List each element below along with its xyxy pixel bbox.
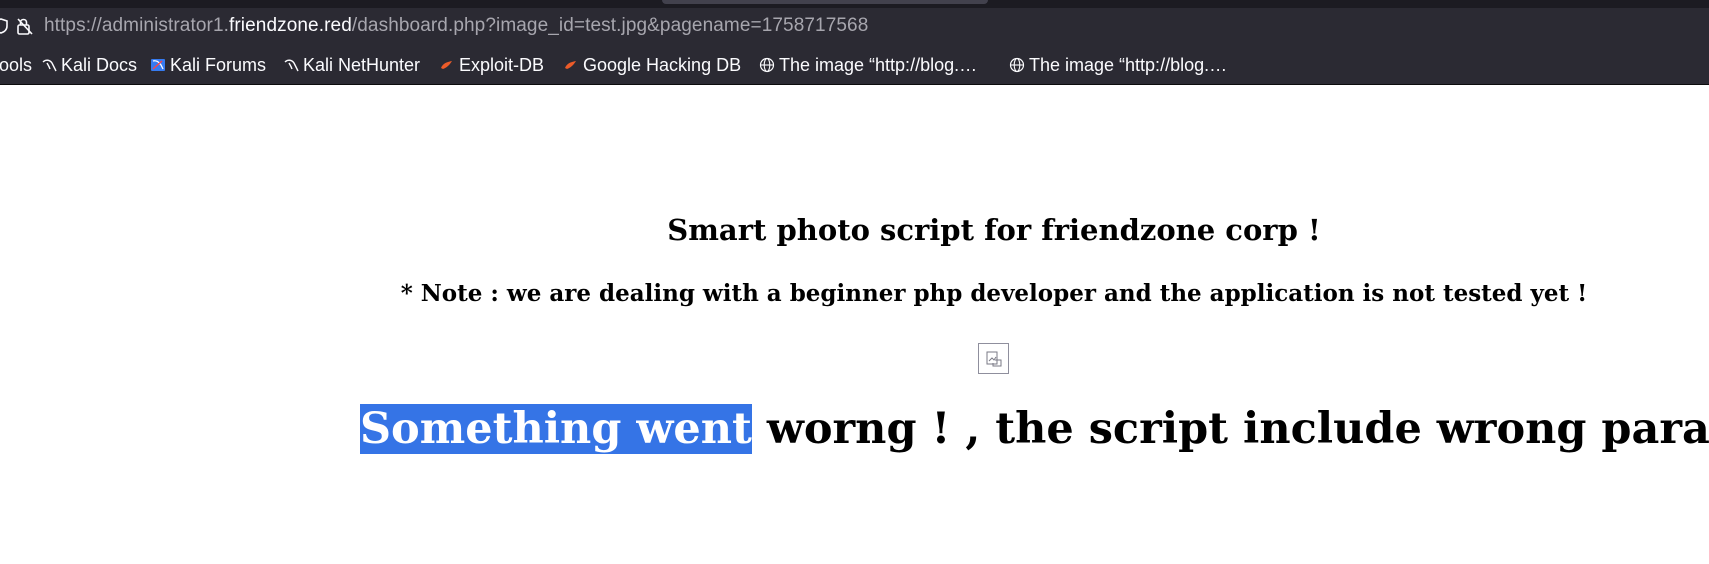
bookmark-label: Kali Forums	[170, 55, 267, 75]
insecure-lock-icon[interactable]	[16, 18, 34, 35]
bookmark-tools[interactable]: ools	[0, 54, 32, 76]
bookmark-google-hacking-db[interactable]: Google Hacking DB	[563, 54, 741, 76]
page-title: Smart photo script for friendzone corp !	[667, 213, 1321, 247]
globe-icon	[1009, 57, 1025, 73]
kali-dragon-icon	[42, 59, 57, 72]
bookmarks-toolbar: ools Kali Docs Kali Forums Kali NetHunte…	[0, 44, 1709, 85]
bookmark-label: Kali Docs	[61, 55, 138, 75]
url-path: /dashboard.php?image_id=test.jpg&pagenam…	[351, 15, 869, 36]
globe-icon	[759, 57, 775, 73]
kali-forums-icon	[151, 59, 165, 71]
image-placeholder-icon	[986, 351, 1002, 367]
bookmark-blog-image-2[interactable]: The image “http://blog.…	[1009, 54, 1227, 76]
url-text[interactable]: https://administrator1.friendzone.red/da…	[44, 16, 868, 36]
developer-note: * Note : we are dealing with a beginner …	[400, 280, 1588, 307]
active-tab-edge[interactable]	[662, 0, 988, 4]
bookmark-label: Exploit-DB	[459, 55, 545, 75]
bookmark-blog-image-1[interactable]: The image “http://blog.…	[759, 54, 977, 76]
exploit-db-icon	[565, 61, 576, 69]
tracking-protection-icon[interactable]	[0, 18, 8, 34]
kali-dragon-icon	[284, 59, 299, 72]
window-title-strip	[0, 0, 1709, 8]
url-prefix: https://administrator1.	[44, 15, 229, 36]
url-host: friendzone.red	[229, 15, 352, 36]
address-bar[interactable]: https://administrator1.friendzone.red/da…	[0, 8, 1709, 44]
bookmark-kali-nethunter[interactable]: Kali NetHunter	[283, 54, 420, 76]
bookmark-label: The image “http://blog.…	[1029, 55, 1228, 75]
page-content: Smart photo script for friendzone corp !…	[0, 85, 1709, 564]
broken-image-icon[interactable]	[978, 343, 1009, 374]
exploit-db-icon	[441, 61, 452, 69]
bookmark-label: Google Hacking DB	[583, 55, 742, 75]
error-text: worng ! , the script include wrong param…	[751, 404, 1709, 454]
bookmark-kali-docs[interactable]: Kali Docs	[41, 54, 137, 76]
bookmark-kali-forums[interactable]: Kali Forums	[150, 54, 266, 76]
bookmark-label: Kali NetHunter	[303, 55, 421, 75]
selected-text: Something went	[360, 404, 752, 454]
error-message: Something went worng ! , the script incl…	[360, 404, 1709, 454]
bookmark-exploit-db[interactable]: Exploit-DB	[439, 54, 544, 76]
bookmark-label: ools	[0, 55, 33, 75]
bookmark-label: The image “http://blog.…	[779, 55, 978, 75]
